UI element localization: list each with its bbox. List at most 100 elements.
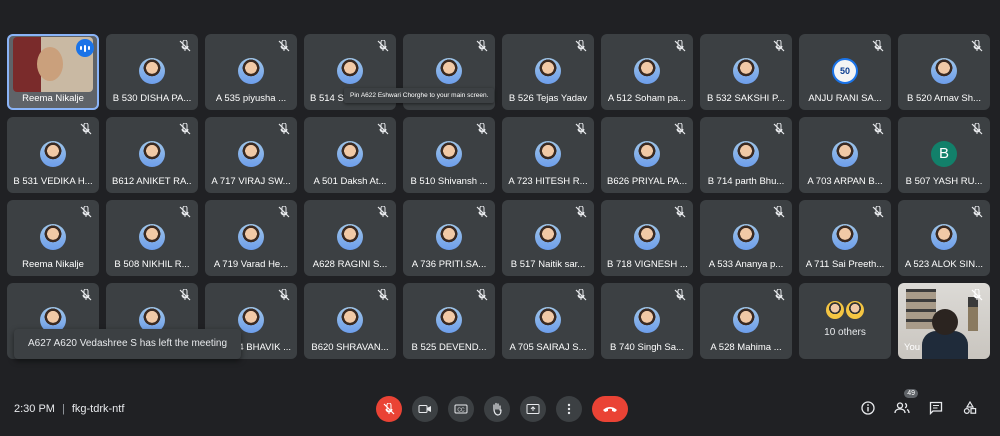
mic-off-icon [377, 289, 389, 301]
participant-tile[interactable]: A 719 Varad He... [205, 200, 297, 276]
avatar [634, 224, 660, 250]
avatar [436, 141, 462, 167]
participant-tile[interactable]: A 512 Soham pa... [601, 34, 693, 110]
mic-off-icon [383, 403, 395, 415]
participant-tile[interactable]: A 528 Mahima ... [700, 283, 792, 359]
participant-tile[interactable]: B 517 Naitik sar... [502, 200, 594, 276]
avatar [40, 224, 66, 250]
participant-name: B 718 VIGNESH ... [607, 259, 687, 270]
participant-tile[interactable]: A 533 Ananya p... [700, 200, 792, 276]
others-tile[interactable]: 10 others [799, 283, 891, 359]
participant-tile[interactable]: B 532 SAKSHI P... [700, 34, 792, 110]
participant-tile[interactable]: A 736 PRITI.SA... [403, 200, 495, 276]
speaking-indicator-icon [76, 39, 94, 57]
avatar [139, 224, 165, 250]
avatar [733, 307, 759, 333]
participant-name: B620 SHRAVAN... [311, 342, 389, 353]
avatar [931, 58, 957, 84]
avatar [832, 224, 858, 250]
participant-name: B 530 DISHA PA... [112, 93, 192, 104]
participant-tile[interactable]: B 525 DEVEND... [403, 283, 495, 359]
camera-toggle-button[interactable] [412, 396, 438, 422]
mic-off-icon [476, 206, 488, 218]
participant-name: A 705 SAIRAJ S... [509, 342, 587, 353]
participant-tile[interactable]: B 510 Shivansh ... [403, 117, 495, 193]
mic-off-icon [476, 289, 488, 301]
chat-button[interactable] [926, 398, 946, 418]
mic-off-icon [971, 206, 983, 218]
avatar [337, 307, 363, 333]
participant-tile[interactable]: B 740 Singh Sa... [601, 283, 693, 359]
mic-off-icon [971, 40, 983, 52]
mic-off-icon [377, 40, 389, 52]
you-tile[interactable]: You [898, 283, 990, 359]
participant-tile[interactable]: B 530 DISHA PA... [106, 34, 198, 110]
participant-tile[interactable]: B 526 Tejas Yadav [502, 34, 594, 110]
present-button[interactable] [520, 396, 546, 422]
participant-tile[interactable]: A 711 Sai Preeth... [799, 200, 891, 276]
mic-off-icon [179, 206, 191, 218]
raise-hand-button[interactable] [484, 396, 510, 422]
avatar [337, 141, 363, 167]
activities-button[interactable] [960, 398, 980, 418]
participant-tile[interactable]: 50 ANJU RANI SA... [799, 34, 891, 110]
captions-icon: CC [454, 404, 468, 414]
participant-name: B 714 parth Bhu... [707, 176, 785, 187]
participant-name: ANJU RANI SA... [808, 93, 882, 104]
mic-off-icon [575, 289, 587, 301]
avatar [139, 141, 165, 167]
self-tile[interactable]: Reema Nikalje [7, 34, 99, 110]
people-button[interactable]: 49 [892, 389, 918, 418]
avatar [535, 141, 561, 167]
participant-name: A 717 VIRAJ SW... [211, 176, 291, 187]
avatar [634, 307, 660, 333]
mic-off-icon [773, 123, 785, 135]
mic-off-icon [476, 40, 488, 52]
participant-tile[interactable]: B 508 NIKHIL R... [106, 200, 198, 276]
leave-call-button[interactable] [592, 396, 628, 422]
call-controls: CC [376, 396, 628, 422]
avatar [436, 58, 462, 84]
mic-off-icon [674, 289, 686, 301]
participant-name: A 501 Daksh At... [313, 176, 387, 187]
participant-tile[interactable]: B612 ANIKET RA... [106, 117, 198, 193]
people-icon [894, 402, 910, 414]
participant-tile[interactable]: B620 SHRAVAN... [304, 283, 396, 359]
participant-name: B612 ANIKET RA... [112, 176, 192, 187]
avatar [436, 307, 462, 333]
participant-tile[interactable]: Reema Nikalje [7, 200, 99, 276]
more-options-button[interactable] [556, 396, 582, 422]
end-call-icon [603, 407, 617, 412]
meeting-details-button[interactable] [858, 398, 878, 418]
participant-tile[interactable]: A 501 Daksh At... [304, 117, 396, 193]
participant-tile[interactable]: A 705 SAIRAJ S... [502, 283, 594, 359]
participant-name: A 512 Soham pa... [607, 93, 687, 104]
participant-tile[interactable]: A 535 piyusha ... [205, 34, 297, 110]
participant-tile[interactable]: B 531 VEDIKA H... [7, 117, 99, 193]
participant-tile[interactable]: A 523 ALOK SIN... [898, 200, 990, 276]
participant-name: B 508 NIKHIL R... [114, 259, 190, 270]
participant-tile[interactable]: A 723 HITESH R... [502, 117, 594, 193]
participant-tile[interactable]: A 717 VIRAJ SW... [205, 117, 297, 193]
participant-tile[interactable]: A 703 ARPAN B... [799, 117, 891, 193]
avatar [238, 224, 264, 250]
participant-name: B 532 SAKSHI P... [707, 93, 785, 104]
mic-off-icon [575, 206, 587, 218]
mic-off-icon [278, 40, 290, 52]
others-avatars [825, 300, 865, 319]
avatar [733, 141, 759, 167]
participant-tile[interactable]: A628 RAGINI S... [304, 200, 396, 276]
participant-tile[interactable]: B B 507 YASH RU... [898, 117, 990, 193]
participant-name: B626 PRIYAL PA... [607, 176, 687, 187]
participant-tile[interactable]: B 718 VIGNESH ... [601, 200, 693, 276]
participant-name: Reema Nikalje [22, 259, 84, 270]
mic-toggle-button[interactable] [376, 396, 402, 422]
participant-tile[interactable]: B 714 parth Bhu... [700, 117, 792, 193]
participant-tile[interactable]: B626 PRIYAL PA... [601, 117, 693, 193]
participant-name: Reema Nikalje [22, 93, 84, 104]
participant-tile[interactable]: B 520 Arnav Sh... [898, 34, 990, 110]
avatar [733, 224, 759, 250]
mic-off-icon [179, 40, 191, 52]
avatar [634, 141, 660, 167]
captions-button[interactable]: CC [448, 396, 474, 422]
